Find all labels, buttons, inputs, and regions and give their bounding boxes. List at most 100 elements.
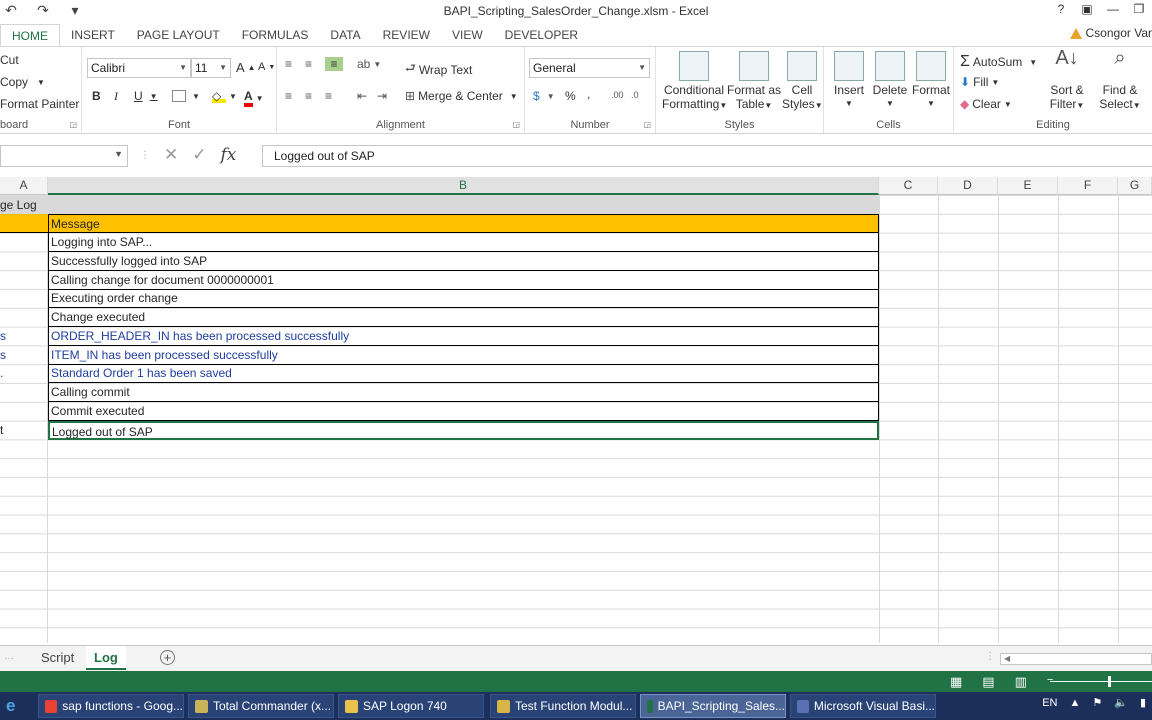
table-row[interactable]: Commit executed: [0, 402, 879, 421]
column-header-d[interactable]: D: [938, 177, 998, 195]
decrease-decimal-icon[interactable]: .0: [631, 90, 639, 100]
cell-message[interactable]: Calling change for document 0000000001: [48, 271, 879, 290]
format-cells-button[interactable]: Format ▼: [910, 51, 952, 111]
table-row[interactable]: Calling change for document 0000000001: [0, 271, 879, 290]
cell-message[interactable]: Standard Order 1 has been saved: [48, 364, 879, 383]
align-right-icon[interactable]: ≡: [325, 89, 332, 103]
font-color-button[interactable]: A ▼: [244, 89, 264, 107]
tab-home[interactable]: HOME: [0, 24, 60, 46]
percent-style-icon[interactable]: %: [565, 89, 576, 103]
zoom-out-icon[interactable]: −: [1047, 674, 1053, 690]
font-name-combo[interactable]: Calibri ▼: [87, 58, 191, 78]
grow-font-button[interactable]: A ▲: [236, 60, 256, 75]
column-header-e[interactable]: E: [998, 177, 1058, 195]
autosum-button[interactable]: Σ AutoSum ▼: [960, 53, 1037, 71]
cell-a[interactable]: s: [0, 346, 48, 365]
flag-icon[interactable]: ⚑: [1092, 696, 1102, 709]
taskbar-item[interactable]: sap functions - Goog...: [38, 694, 184, 718]
bottom-align-icon[interactable]: ≡: [325, 57, 343, 71]
tab-data[interactable]: DATA: [319, 24, 371, 46]
enter-icon[interactable]: ✓: [192, 145, 206, 165]
dialog-launcher-icon[interactable]: ◲: [69, 120, 77, 129]
horizontal-scrollbar[interactable]: ◀: [1000, 653, 1152, 665]
table-row[interactable]: . Standard Order 1 has been saved: [0, 364, 879, 383]
italic-button[interactable]: I: [114, 89, 118, 104]
cut-button[interactable]: Cut: [0, 53, 19, 67]
decrease-indent-icon[interactable]: ⇤: [357, 89, 367, 103]
header-cell-a[interactable]: [0, 214, 48, 233]
cell-a[interactable]: s: [0, 327, 48, 346]
comma-style-icon[interactable]: ,: [587, 87, 590, 101]
align-center-icon[interactable]: ≡: [305, 89, 312, 103]
cell-message[interactable]: ORDER_HEADER_IN has been processed succe…: [48, 327, 879, 346]
column-header-a[interactable]: A: [0, 177, 48, 195]
dialog-launcher-icon[interactable]: ◲: [512, 120, 520, 129]
cell-a[interactable]: [0, 402, 48, 421]
formula-input[interactable]: Logged out of SAP: [262, 145, 1152, 167]
cancel-icon[interactable]: ✕: [164, 145, 178, 165]
table-row[interactable]: Logging into SAP...: [0, 233, 879, 252]
top-align-icon[interactable]: ≡: [285, 57, 292, 71]
fill-button[interactable]: ⬇ Fill ▼: [960, 75, 999, 89]
column-header-b[interactable]: B: [48, 177, 879, 195]
sheet-title-row[interactable]: ge Log: [0, 196, 879, 215]
shrink-font-button[interactable]: A ▼: [258, 61, 275, 73]
tab-view[interactable]: VIEW: [441, 24, 494, 46]
column-header-g[interactable]: G: [1118, 177, 1152, 195]
font-size-combo[interactable]: 11 ▼: [191, 58, 231, 78]
column-header-c[interactable]: C: [879, 177, 938, 195]
conditional-formatting-button[interactable]: Conditional Formatting▼: [662, 51, 727, 113]
cell-a[interactable]: [0, 252, 48, 271]
table-row[interactable]: s ITEM_IN has been processed successfully: [0, 346, 879, 365]
taskbar-item[interactable]: SAP Logon 740: [338, 694, 484, 718]
bold-button[interactable]: B: [92, 89, 101, 103]
cell-message[interactable]: Change executed: [48, 308, 879, 327]
volume-icon[interactable]: 🔈: [1114, 696, 1128, 709]
tab-page-layout[interactable]: PAGE LAYOUT: [126, 24, 231, 46]
ellipsis-icon[interactable]: …: [4, 651, 14, 662]
normal-view-icon[interactable]: ▦: [950, 674, 962, 690]
insert-cells-button[interactable]: Insert ▼: [830, 51, 868, 111]
splitter-icon[interactable]: ⋮: [985, 651, 995, 662]
clear-button[interactable]: ◆ Clear ▼: [960, 97, 1012, 111]
wrap-text-button[interactable]: ⮐ Wrap Text: [405, 59, 472, 80]
cell-a[interactable]: t: [0, 421, 48, 440]
sheet-tab-log[interactable]: Log: [86, 646, 126, 670]
cell-styles-button[interactable]: Cell Styles▼: [782, 51, 823, 113]
header-cell-message[interactable]: Message: [48, 214, 879, 233]
format-as-table-button[interactable]: Format as Table▼: [726, 51, 782, 113]
cell-message[interactable]: ITEM_IN has been processed successfully: [48, 346, 879, 365]
ribbon-display-icon[interactable]: ▣: [1074, 2, 1100, 16]
delete-cells-button[interactable]: Delete ▼: [870, 51, 910, 111]
ie-icon[interactable]: e: [6, 696, 24, 716]
sheet-tab-script[interactable]: Script: [33, 646, 82, 670]
scroll-left-icon[interactable]: ◀: [1004, 654, 1010, 663]
cell-message[interactable]: Executing order change: [48, 289, 879, 308]
insert-function-icon[interactable]: fx: [221, 145, 237, 165]
name-box[interactable]: ▼: [0, 145, 128, 167]
merge-center-button[interactable]: ⊞ Merge & Center ▼: [405, 89, 518, 103]
underline-button[interactable]: U ▼: [134, 89, 158, 103]
zoom-slider[interactable]: [1050, 681, 1152, 682]
cell-message[interactable]: Successfully logged into SAP: [48, 252, 879, 271]
page-break-view-icon[interactable]: ▥: [1015, 674, 1027, 690]
cell-message[interactable]: Logging into SAP...: [48, 233, 879, 252]
page-layout-view-icon[interactable]: ▤: [982, 674, 994, 690]
minimize-icon[interactable]: —: [1100, 2, 1126, 16]
increase-decimal-icon[interactable]: .00: [611, 90, 624, 100]
accounting-format-icon[interactable]: $ ▼: [533, 89, 555, 103]
tab-review[interactable]: REVIEW: [372, 24, 441, 46]
taskbar-item[interactable]: Total Commander (x...: [188, 694, 334, 718]
table-row[interactable]: s ORDER_HEADER_IN has been processed succ…: [0, 327, 879, 346]
table-row[interactable]: Executing order change: [0, 289, 879, 308]
cell-a[interactable]: [0, 289, 48, 308]
increase-indent-icon[interactable]: ⇥: [377, 89, 387, 103]
cell-message[interactable]: Calling commit: [48, 383, 879, 402]
tab-insert[interactable]: INSERT: [60, 24, 126, 46]
middle-align-icon[interactable]: ≡: [305, 57, 312, 71]
orientation-icon[interactable]: ab ▼: [357, 57, 381, 71]
taskbar-item[interactable]: Test Function Modul...: [490, 694, 636, 718]
format-painter-button[interactable]: Format Painter: [0, 97, 79, 111]
borders-button[interactable]: ▼: [172, 90, 200, 102]
find-select-button[interactable]: ⌕ Find & Select▼: [1094, 48, 1146, 113]
